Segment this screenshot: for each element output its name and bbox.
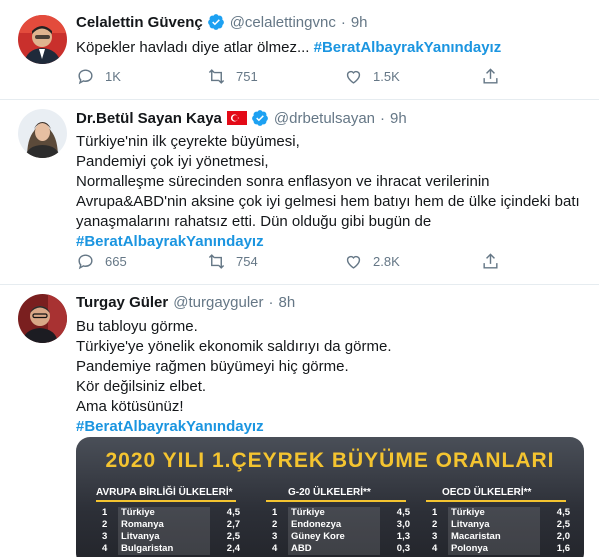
tweet-actions: 665 754 2.8K (76, 252, 516, 272)
timeline-feed: Celalettin Güvenç @celalettingvnc · 9h K… (0, 0, 599, 557)
reply-button[interactable]: 665 (76, 252, 127, 271)
tweet-text-line: Bu tabloyu görme. (76, 318, 198, 335)
turkish-flag-icon (226, 111, 247, 125)
display-name[interactable]: Dr.Betül Sayan Kaya (76, 110, 222, 127)
tweet-text-line: Avrupa&ABD'nin aksine çok iyi gelmesi he… (76, 193, 580, 210)
separator-dot: · (340, 13, 346, 31)
retweet-icon (208, 69, 225, 84)
tweet-text-line: yanaşmalarını rahatsız etti. Dün olduğu … (76, 213, 432, 230)
tweet-text: Köpekler havladı diye atlar ölmez... #Be… (76, 38, 576, 58)
timestamp[interactable]: 9h (390, 110, 407, 127)
tweet-header: Turgay Güler @turgayguler · 8h (76, 294, 295, 311)
table-row: 4 Bulgaristan 2,4 (102, 543, 240, 555)
tweet-text-line: Kör değilsiniz elbet. (76, 378, 207, 395)
tweet-text-line: Normalleşme sürecinden sonra enflasyon v… (76, 173, 490, 190)
retweet-icon (208, 254, 225, 269)
reply-icon (78, 254, 93, 270)
avatar[interactable] (18, 294, 67, 343)
table-row: 3 Litvanya 2,5 (102, 531, 240, 543)
tweet-text-line: Pandemiye rağmen büyümeyi hiç görme. (76, 358, 349, 375)
user-handle[interactable]: @turgayguler (173, 294, 263, 311)
table-row: 1 Türkiye 4,5 (272, 507, 410, 519)
tweet-header: Dr.Betül Sayan Kaya @drbetulsayan · 9h (76, 109, 407, 127)
retweet-button[interactable]: 751 (207, 67, 258, 86)
retweet-count: 751 (236, 69, 258, 84)
verified-badge-icon (207, 14, 224, 30)
tweet-text-line: Türkiye'ye yönelik ekonomik saldırıyı da… (76, 338, 392, 355)
group-underline (266, 500, 406, 502)
like-icon (346, 255, 361, 269)
tweet-actions: 1K 751 1.5K (76, 67, 516, 87)
tweet[interactable]: Celalettin Güvenç @celalettingvnc · 9h K… (0, 0, 599, 100)
table-row: 4 Polonya 1,6 (432, 543, 570, 555)
tweet[interactable]: Dr.Betül Sayan Kaya @drbetulsayan · 9h T… (0, 100, 599, 285)
group-title: OECD ÜLKELERİ** (442, 487, 532, 498)
tweet-header: Celalettin Güvenç @celalettingvnc · 9h (76, 13, 368, 31)
like-button[interactable]: 2.8K (344, 252, 400, 271)
table-row: 3 Güney Kore 1,3 (272, 531, 410, 543)
tweet-text: Bu tabloyu görme. Türkiye'ye yönelik eko… (76, 317, 576, 437)
table-row: 2 Litvanya 2,5 (432, 519, 570, 531)
like-count: 2.8K (373, 254, 400, 269)
user-handle[interactable]: @drbetulsayan (274, 110, 375, 127)
tweet-text-line: Türkiye'nin ilk çeyrekte büyümesi, (76, 133, 300, 150)
tweet-text-line: Ama kötüsünüz! (76, 398, 184, 415)
media-title: 2020 YILI 1.ÇEYREK BÜYÜME ORANLARI (105, 449, 555, 472)
like-icon (346, 70, 361, 84)
hashtag-link[interactable]: #BeratAlbayrakYanındayız (314, 39, 502, 56)
verified-badge-icon (252, 110, 268, 126)
tweet-text: Türkiye'nin ilk çeyrekte büyümesi, Pande… (76, 132, 580, 252)
tweet-text-line: Köpekler havladı diye atlar ölmez... #Be… (76, 39, 502, 56)
table-row: 2 Romanya 2,7 (102, 519, 240, 531)
avatar[interactable] (18, 15, 67, 64)
hashtag-link[interactable]: #BeratAlbayrakYanındayız (76, 232, 576, 252)
like-button[interactable]: 1.5K (344, 67, 400, 86)
reply-count: 665 (105, 254, 127, 269)
group-title: AVRUPA BİRLİĞİ ÜLKELERİ* (96, 487, 233, 498)
table-row: 1 Türkiye 4,5 (102, 507, 240, 519)
timestamp[interactable]: 8h (279, 294, 296, 311)
retweet-count: 754 (236, 254, 258, 269)
tweet-text-line: Pandemiyi çok iyi yönetmesi, (76, 153, 269, 170)
share-button[interactable] (481, 252, 510, 271)
hashtag-link[interactable]: #BeratAlbayrakYanındayız (76, 417, 576, 437)
display-name[interactable]: Celalettin Güvenç (76, 14, 203, 31)
table-row: 1 Türkiye 4,5 (432, 507, 570, 519)
user-handle[interactable]: @celalettingvnc (230, 14, 336, 31)
avatar[interactable] (18, 109, 67, 158)
table-row: 3 Macaristan 2,0 (432, 531, 570, 543)
like-count: 1.5K (373, 69, 400, 84)
share-icon (483, 68, 498, 84)
group-underline (96, 500, 236, 502)
separator-dot: · (380, 109, 386, 127)
table-row: 2 Endonezya 3,0 (272, 519, 410, 531)
ranking-table: 1 Türkiye 4,5 2 Endonezya 3,0 3 Güney Kore 1,3… (272, 507, 410, 555)
reply-icon (78, 69, 93, 85)
share-icon (483, 253, 498, 269)
separator-dot: · (268, 294, 274, 311)
group-underline (426, 500, 566, 502)
tweet-media-image[interactable]: 2020 YILI 1.ÇEYREK BÜYÜME ORANLARI AVRUP… (76, 437, 584, 557)
group-title: G-20 ÜLKELERİ** (288, 487, 371, 498)
retweet-button[interactable]: 754 (207, 252, 258, 271)
display-name[interactable]: Turgay Güler (76, 294, 168, 311)
timestamp[interactable]: 9h (351, 14, 368, 31)
share-button[interactable] (481, 67, 510, 86)
ranking-table: 1 Türkiye 4,5 2 Romanya 2,7 3 Litvanya 2,5 4 Bu… (102, 507, 240, 555)
reply-button[interactable]: 1K (76, 67, 121, 86)
reply-count: 1K (105, 69, 121, 84)
table-row: 4 ABD 0,3 (272, 543, 410, 555)
ranking-table: 1 Türkiye 4,5 2 Litvanya 2,5 3 Macaristan 2,0 … (432, 507, 570, 555)
